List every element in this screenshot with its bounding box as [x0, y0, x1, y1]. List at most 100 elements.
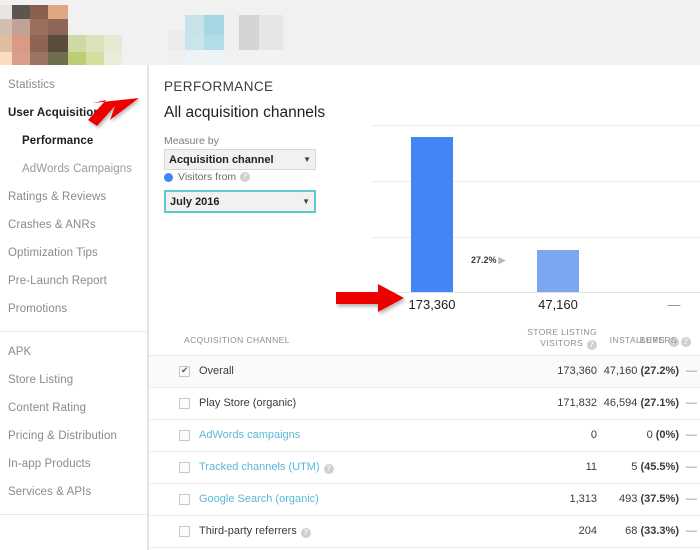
chart-bar-store-listing-visitors[interactable]: [411, 137, 453, 292]
table-header-row: ACQUISITION CHANNEL STORE LISTING VISITO…: [149, 323, 700, 356]
redaction-pixel: [185, 50, 224, 65]
channel-name[interactable]: Google Search (organic): [199, 493, 319, 505]
redaction-pixel: [185, 15, 204, 35]
page-title: All acquisition channels: [164, 104, 326, 121]
channel-name: Overall: [199, 365, 234, 377]
nav-group-primary: Statistics User Acquisition Performance …: [0, 65, 147, 332]
row-checkbox[interactable]: [179, 526, 190, 537]
sidebar-item-apk[interactable]: APK: [0, 338, 147, 366]
table-row[interactable]: Google Search (organic) 1,313 493 (37.5%) —: [149, 484, 700, 516]
channel-name[interactable]: Tracked channels (UTM)?: [199, 461, 334, 474]
visitors-from-label: Visitors from: [178, 171, 237, 183]
main-content-panel: PERFORMANCE All acquisition channels Mea…: [148, 65, 700, 550]
sidebar-item-performance[interactable]: Performance: [0, 127, 147, 155]
help-icon[interactable]: ?: [300, 528, 311, 538]
column-header-buyers-text: BUYERS: [639, 335, 677, 345]
redaction-pixel: [259, 15, 283, 50]
play-console-screen: Statistics User Acquisition Performance …: [0, 0, 700, 550]
redaction-pixel: [0, 52, 12, 65]
sidebar-item-in-app-products[interactable]: In-app Products: [0, 450, 147, 478]
sidebar-item-optimization-tips[interactable]: Optimization Tips: [0, 239, 147, 267]
redaction-pixel: [30, 35, 48, 52]
redaction-pixel: [104, 52, 122, 65]
redaction-pixel: [30, 52, 48, 65]
chart-value-labels: 173,360 47,160 —: [371, 297, 700, 319]
table-body: Overall173,36047,160 (27.2%)—Play Store …: [149, 356, 700, 548]
redaction-pixel: [12, 5, 30, 19]
chart-value-installers: 47,160: [538, 297, 578, 312]
help-icon[interactable]: ?: [323, 464, 334, 474]
redaction-pixel: [0, 35, 12, 52]
column-header-store-listing-visitors[interactable]: STORE LISTING VISITORS?: [507, 327, 597, 350]
redaction-pixel: [12, 19, 30, 35]
redaction-pixel: [168, 50, 185, 65]
redaction-pixel: [30, 19, 48, 35]
date-range-value: July 2016: [170, 195, 220, 208]
sidebar-item-services-apis[interactable]: Services & APIs: [0, 478, 147, 506]
redaction-pixel: [204, 35, 224, 50]
sidebar-item-store-listing[interactable]: Store Listing: [0, 366, 147, 394]
cell-buyers: —: [686, 493, 697, 505]
row-checkbox[interactable]: [179, 430, 190, 441]
table-row[interactable]: Third-party referrers? 204 68 (33.3%) —: [149, 516, 700, 548]
sidebar-item-pricing-distribution[interactable]: Pricing & Distribution: [0, 422, 147, 450]
redaction-pixel: [204, 15, 224, 35]
row-checkbox[interactable]: [179, 494, 190, 505]
sidebar-item-crashes-anrs[interactable]: Crashes & ANRs: [0, 211, 147, 239]
sidebar-item-promotions[interactable]: Promotions: [0, 295, 147, 323]
chevron-down-icon: ▼: [302, 197, 310, 206]
sidebar-item-content-rating[interactable]: Content Rating: [0, 394, 147, 422]
redaction-pixel: [68, 52, 86, 65]
conversion-rate-annotation: 27.2% ▶: [471, 255, 505, 266]
triangle-right-icon: ▶: [498, 255, 506, 265]
legend-dot-icon: [164, 172, 173, 182]
help-icon[interactable]: ?: [681, 337, 691, 347]
chart-bar-installers[interactable]: [537, 250, 579, 292]
sidebar-item-adwords-campaigns[interactable]: AdWords Campaigns: [0, 155, 147, 183]
help-icon[interactable]: ?: [587, 340, 597, 350]
redaction-pixel: [168, 30, 185, 50]
table-row[interactable]: Tracked channels (UTM)? 11 5 (45.5%) —: [149, 452, 700, 484]
redaction-pixel: [239, 15, 259, 50]
row-checkbox[interactable]: [179, 462, 190, 473]
channel-name[interactable]: AdWords campaigns: [199, 429, 300, 441]
acquisition-funnel-chart: 27.2% ▶: [371, 125, 700, 293]
cell-buyers: —: [686, 397, 697, 409]
sidebar-item-statistics[interactable]: Statistics: [0, 71, 147, 99]
sidebar-item-ratings-reviews[interactable]: Ratings & Reviews: [0, 183, 147, 211]
date-range-select[interactable]: July 2016 ▼: [164, 190, 316, 213]
redaction-pixel: [68, 35, 86, 52]
redaction-pixel: [224, 15, 239, 50]
row-checkbox[interactable]: [179, 365, 190, 377]
channel-name: Play Store (organic): [199, 397, 297, 409]
redaction-pixel: [48, 5, 68, 19]
row-checkbox[interactable]: [179, 398, 190, 409]
redaction-pixel: [30, 5, 48, 19]
redaction-pixel: [185, 35, 204, 50]
redaction-pixel: [239, 50, 283, 65]
cell-buyers: —: [686, 525, 697, 537]
chart-gridline: [371, 125, 700, 126]
redaction-pixel: [12, 52, 30, 65]
sidebar-item-pre-launch-report[interactable]: Pre-Launch Report: [0, 267, 147, 295]
measure-by-value: Acquisition channel: [169, 153, 274, 166]
left-navigation-sidebar: Statistics User Acquisition Performance …: [0, 65, 148, 550]
redaction-pixel: [48, 35, 68, 52]
cell-buyers: —: [686, 461, 697, 473]
help-icon[interactable]: ?: [240, 172, 251, 182]
measure-by-select[interactable]: Acquisition channel ▼: [164, 149, 316, 170]
redaction-pixel: [86, 52, 104, 65]
redaction-pixel: [86, 35, 104, 52]
table-row[interactable]: Overall173,36047,160 (27.2%)—: [149, 356, 700, 388]
section-label: PERFORMANCE: [164, 79, 274, 94]
column-header-acquisition-channel[interactable]: ACQUISITION CHANNEL: [184, 335, 290, 345]
table-row[interactable]: AdWords campaigns 0 0 (0%) —: [149, 420, 700, 452]
chart-value-store-listing-visitors: 173,360: [408, 297, 456, 312]
sidebar-item-user-acquisition[interactable]: User Acquisition: [0, 99, 147, 127]
column-header-buyers[interactable]: BUYERS?: [640, 335, 691, 347]
redaction-pixel: [104, 35, 122, 52]
chevron-down-icon: ▼: [303, 155, 311, 164]
table-row[interactable]: Play Store (organic) 171,832 46,594 (27.1%…: [149, 388, 700, 420]
column-header-line1: STORE LISTING: [527, 327, 597, 337]
redaction-pixel: [0, 19, 12, 35]
